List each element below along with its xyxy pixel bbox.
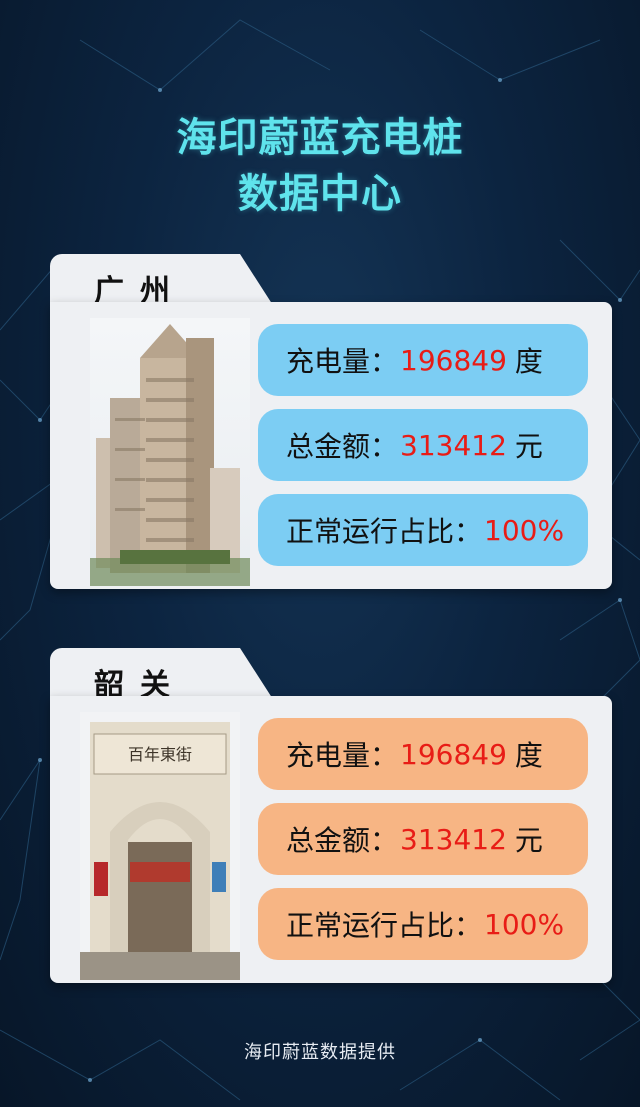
charge-unit: 度 bbox=[514, 739, 543, 772]
charge-unit: 度 bbox=[514, 345, 543, 378]
stat-row-uptime: 正常运行占比： 100% bbox=[258, 888, 588, 960]
uptime-label: 正常运行占比： bbox=[286, 515, 483, 548]
data-source-footer: 海印蔚蓝数据提供 bbox=[244, 1042, 396, 1063]
amount-unit: 元 bbox=[514, 824, 543, 857]
card-guangzhou: 广州 充电量： 196849 度 总金额： 313412 元 正常运行占比： 1… bbox=[50, 254, 612, 590]
charge-value: 196849 bbox=[400, 737, 507, 771]
card-body: 充电量： 196849 度 总金额： 313412 元 正常运行占比： 100% bbox=[50, 302, 612, 589]
title-line-1: 海印蔚蓝充电桩 bbox=[176, 115, 464, 161]
street-gate-photo: 百年東街 bbox=[80, 712, 240, 980]
card-shaoguan: 韶关 百年東街 充电量： 196849 度 总金额： 313412 元 正常运行占比： 1… bbox=[50, 648, 612, 984]
amount-value: 313412 bbox=[400, 428, 507, 462]
uptime-value: 100% bbox=[484, 513, 565, 547]
stat-row-amount: 总金额： 313412 元 bbox=[258, 409, 588, 481]
amount-label: 总金额： bbox=[286, 824, 399, 857]
amount-label: 总金额： bbox=[286, 430, 399, 463]
amount-unit: 元 bbox=[514, 430, 543, 463]
card-body: 百年東街 充电量： 196849 度 总金额： 313412 元 正常运行占比： 100% bbox=[50, 696, 612, 983]
building-photo bbox=[90, 318, 250, 586]
uptime-label: 正常运行占比： bbox=[286, 909, 483, 942]
uptime-value: 100% bbox=[484, 907, 565, 941]
stat-row-charge: 充电量： 196849 度 bbox=[258, 718, 588, 790]
amount-value: 313412 bbox=[400, 822, 507, 856]
stat-row-uptime: 正常运行占比： 100% bbox=[258, 494, 588, 566]
gate-sign: 百年東街 bbox=[128, 745, 192, 764]
charge-value: 196849 bbox=[400, 343, 507, 377]
title-line-2: 数据中心 bbox=[238, 171, 402, 217]
stat-row-amount: 总金额： 313412 元 bbox=[258, 803, 588, 875]
stat-row-charge: 充电量： 196849 度 bbox=[258, 324, 588, 396]
charge-label: 充电量： bbox=[286, 739, 399, 772]
charge-label: 充电量： bbox=[286, 345, 399, 378]
page-title: 海印蔚蓝充电桩 数据中心 bbox=[0, 110, 640, 222]
